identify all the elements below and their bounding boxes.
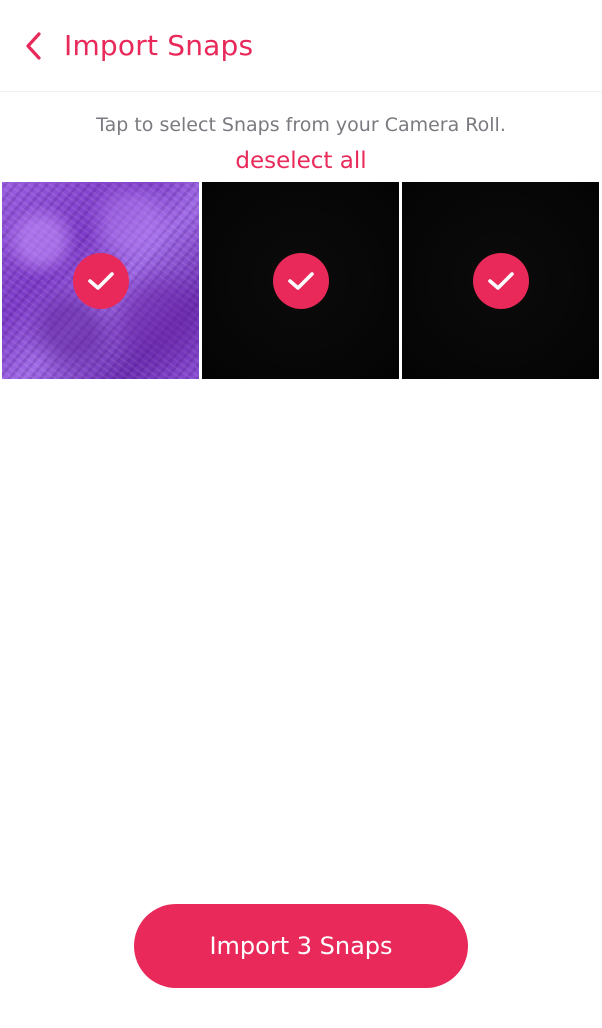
photo-thumbnail[interactable] bbox=[402, 182, 599, 379]
photo-thumbnail[interactable] bbox=[202, 182, 399, 379]
checkmark-icon bbox=[287, 271, 314, 290]
header: Import Snaps bbox=[0, 0, 602, 92]
checkmark-icon bbox=[487, 271, 514, 290]
photo-thumbnail[interactable] bbox=[2, 182, 199, 379]
import-snaps-button[interactable]: Import 3 Snaps bbox=[134, 904, 468, 988]
selected-badge bbox=[472, 252, 529, 309]
checkmark-icon bbox=[87, 271, 114, 290]
back-button[interactable] bbox=[14, 26, 54, 66]
selected-badge bbox=[72, 252, 129, 309]
instruction-text: Tap to select Snaps from your Camera Rol… bbox=[96, 114, 506, 136]
import-snaps-screen: Import Snaps Tap to select Snaps from yo… bbox=[0, 0, 602, 1028]
deselect-all-button[interactable]: deselect all bbox=[0, 145, 602, 177]
page-title: Import Snaps bbox=[64, 29, 254, 62]
photo-grid bbox=[2, 182, 600, 379]
selected-badge bbox=[272, 252, 329, 309]
chevron-left-icon bbox=[26, 32, 41, 60]
